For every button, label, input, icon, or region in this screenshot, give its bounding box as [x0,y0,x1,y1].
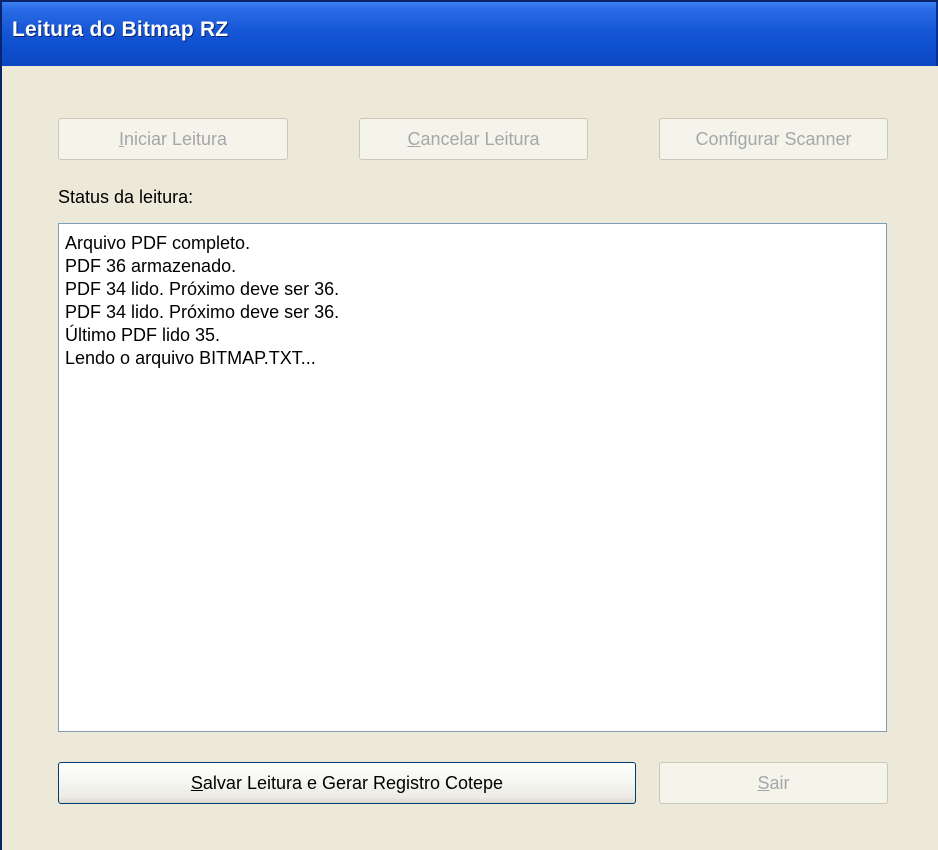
configure-scanner-button[interactable]: Configurar Scanner [659,118,888,160]
status-line: PDF 36 armazenado. [65,256,237,276]
window-title: Leitura do Bitmap RZ [12,18,229,41]
status-log-listbox[interactable]: Arquivo PDF completo. PDF 36 armazenado.… [58,223,887,732]
save-and-generate-button[interactable]: Salvar Leitura e Gerar Registro Cotepe [58,762,636,804]
cancel-reading-button[interactable]: Cancelar Leitura [359,118,588,160]
exit-button[interactable]: Sair [659,762,888,804]
start-reading-button[interactable]: Iniciar Leitura [58,118,288,160]
status-line: PDF 34 lido. Próximo deve ser 36. [65,302,340,322]
status-line: PDF 34 lido. Próximo deve ser 36. [65,279,340,299]
status-label: Status da leitura: [58,187,194,207]
dialog-window: Leitura do Bitmap RZ Iniciar Leitura Can… [0,0,938,850]
status-line: Último PDF lido 35. [65,325,221,345]
status-line: Lendo o arquivo BITMAP.TXT... [65,348,316,368]
status-line: Arquivo PDF completo. [65,233,251,253]
title-bar[interactable]: Leitura do Bitmap RZ [2,2,938,66]
